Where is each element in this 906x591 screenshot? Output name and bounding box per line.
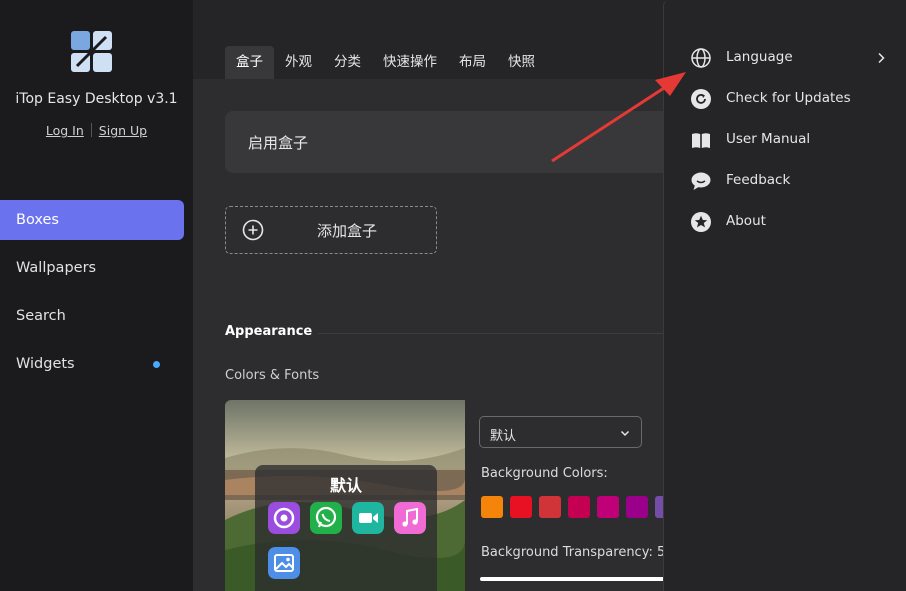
book-icon — [692, 133, 710, 148]
tab-layout[interactable]: 布局 — [448, 46, 497, 79]
add-box-label: 添加盒子 — [317, 222, 378, 240]
browser-icon — [268, 502, 300, 534]
menu-item-feedback[interactable]: Feedback — [664, 161, 906, 201]
menu-item-label: Language — [726, 49, 793, 65]
chevron-right-icon — [878, 52, 885, 64]
colors-fonts-subtitle: Colors & Fonts — [225, 368, 320, 383]
photos-icon — [268, 547, 300, 579]
plus-circle-icon — [242, 219, 264, 241]
sidebar-nav: Boxes Wallpapers Search Widgets — [0, 200, 193, 392]
chevron-down-icon — [620, 430, 630, 437]
menu-item-label: About — [726, 213, 766, 229]
globe-icon — [691, 48, 711, 68]
color-swatch-crimson[interactable] — [539, 496, 561, 518]
box-preview: 默认 — [225, 400, 465, 591]
menu-item-label: Feedback — [726, 172, 791, 188]
chat-bubble-icon — [691, 172, 711, 190]
menu-item-check-for-updates[interactable]: Check for Updates — [664, 79, 906, 119]
sidebar-item-label: Wallpapers — [16, 260, 97, 276]
background-transparency-label: Background Transparency: 50 — [481, 545, 674, 560]
color-swatch-magenta[interactable] — [597, 496, 619, 518]
refresh-icon — [691, 89, 711, 109]
add-box-button[interactable]: 添加盒子 — [225, 206, 437, 254]
preview-box-panel: 默认 — [255, 465, 437, 591]
new-badge-dot — [153, 361, 160, 368]
sign-up-link[interactable]: Sign Up — [99, 123, 147, 138]
whatsapp-icon — [310, 502, 342, 534]
background-colors-label: Background Colors: — [481, 466, 608, 481]
log-in-link[interactable]: Log In — [46, 123, 84, 138]
enable-boxes-card: 启用盒子 — [225, 111, 685, 173]
color-swatch-rose[interactable] — [568, 496, 590, 518]
music-icon — [394, 502, 426, 534]
menu-item-label: Check for Updates — [726, 90, 851, 106]
preview-box-title: 默认 — [329, 476, 362, 495]
color-swatch-purple[interactable] — [626, 496, 648, 518]
tab-categories[interactable]: 分类 — [323, 46, 372, 79]
tab-boxes[interactable]: 盒子 — [225, 46, 274, 79]
sidebar-item-boxes[interactable]: Boxes — [0, 200, 184, 240]
tab-snapshot[interactable]: 快照 — [497, 46, 546, 79]
menu-item-label: User Manual — [726, 131, 811, 147]
sidebar-item-widgets[interactable]: Widgets — [0, 344, 184, 384]
app-logo-icon — [71, 31, 112, 72]
theme-select[interactable]: 默认 — [479, 416, 642, 448]
sidebar-item-label: Search — [16, 308, 66, 324]
menu-item-about[interactable]: About — [664, 202, 906, 242]
color-swatch-red[interactable] — [510, 496, 532, 518]
tab-bar: 盒子 外观 分类 快速操作 布局 快照 — [225, 46, 546, 79]
enable-boxes-label: 启用盒子 — [248, 134, 309, 152]
sidebar: iTop Easy Desktop v3.1 Log In Sign Up Box… — [0, 0, 193, 591]
color-swatch-orange[interactable] — [481, 496, 503, 518]
sidebar-item-wallpapers[interactable]: Wallpapers — [0, 248, 184, 288]
transparency-slider[interactable] — [480, 577, 680, 581]
facetime-icon — [352, 502, 384, 534]
theme-select-value: 默认 — [490, 429, 517, 444]
sidebar-item-label: Widgets — [16, 356, 75, 372]
menu-item-language[interactable]: Language — [664, 38, 906, 78]
auth-divider — [90, 123, 92, 137]
settings-dropdown-menu: Language Check for Updates User Manual F… — [663, 0, 906, 591]
tab-quick-actions[interactable]: 快速操作 — [372, 46, 448, 79]
auth-links: Log In Sign Up — [0, 123, 193, 138]
tab-appearance[interactable]: 外观 — [274, 46, 323, 79]
sidebar-item-label: Boxes — [16, 212, 59, 228]
sidebar-item-search[interactable]: Search — [0, 296, 184, 336]
appearance-section-title: Appearance — [225, 324, 319, 339]
app-title: iTop Easy Desktop v3.1 — [15, 91, 178, 107]
app-window: iTop Easy Desktop v3.1 Log In Sign Up Box… — [0, 0, 906, 591]
menu-item-user-manual[interactable]: User Manual — [664, 120, 906, 160]
star-icon — [691, 212, 711, 232]
